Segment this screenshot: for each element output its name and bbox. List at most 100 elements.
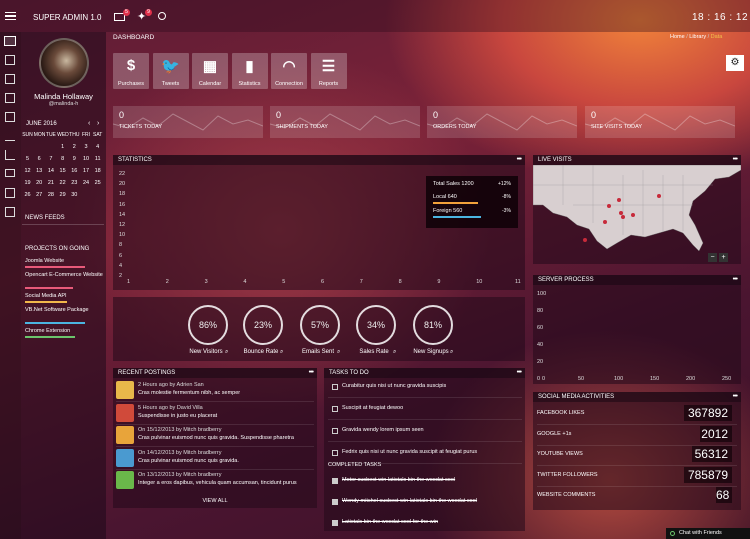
calendar-day[interactable]: 22 [57, 180, 68, 186]
breadcrumb-home[interactable]: Home [670, 34, 685, 40]
post-text[interactable]: Cras pulvinar euismod nunc quis gravida. [138, 458, 239, 464]
project-name[interactable]: Social Media API [25, 293, 103, 300]
calendar-day[interactable]: 27 [34, 192, 45, 198]
calendar-day[interactable]: 14 [45, 168, 56, 174]
more-icon[interactable]: ••• [517, 155, 522, 165]
shortcut-tweets-button[interactable]: 🐦 Tweets [152, 53, 189, 89]
shortcut-connection-button[interactable]: ◠ Connection [271, 53, 307, 89]
post-avatar[interactable] [116, 403, 134, 422]
task-checkbox[interactable] [332, 450, 338, 456]
post-avatar[interactable] [116, 471, 134, 489]
calendar-day[interactable]: 20 [34, 180, 45, 186]
calendar-day[interactable]: 24 [81, 180, 92, 186]
project-name[interactable]: Chrome Extension [25, 328, 103, 335]
calendar-day[interactable]: 12 [22, 168, 33, 174]
calendar-day[interactable]: 8 [57, 156, 68, 162]
window-icon[interactable] [5, 207, 15, 217]
layout-icon[interactable] [5, 74, 15, 84]
calendar-day[interactable]: 7 [45, 156, 56, 162]
completed-checkbox[interactable] [332, 520, 338, 526]
post-avatar[interactable] [116, 426, 134, 444]
task-checkbox[interactable] [332, 428, 338, 434]
task-item[interactable]: Gravida wendy lorem ipsum seen [342, 427, 424, 433]
us-map[interactable] [533, 165, 741, 264]
shortcut-reports-button[interactable]: ☰ Reports [310, 53, 347, 89]
post-avatar[interactable] [116, 381, 134, 399]
calendar-day[interactable]: 29 [57, 192, 68, 198]
avatar[interactable] [39, 38, 89, 88]
calendar-small-icon[interactable] [5, 188, 15, 198]
post-text[interactable]: Cras molestie fermentum nibh, ac semper [138, 390, 240, 396]
more-icon[interactable]: ••• [517, 368, 522, 378]
zoom-out-button[interactable]: − [708, 253, 717, 262]
grid-icon[interactable] [5, 93, 15, 103]
shortcut-statistics-button[interactable]: ▮ Statistics [231, 53, 268, 89]
calendar-next-icon[interactable]: › [97, 120, 99, 127]
calendar-day[interactable]: 4 [92, 144, 103, 150]
calendar-day[interactable]: 6 [34, 156, 45, 162]
calendar-day[interactable]: 19 [22, 180, 33, 186]
text-icon[interactable] [5, 55, 15, 65]
calendar-day[interactable]: 11 [92, 156, 103, 162]
calendar-day[interactable]: 10 [81, 156, 92, 162]
task-item[interactable]: Fedrix quis nisi ut nunc gravida suscipi… [342, 449, 477, 455]
shortcut-purchases-button[interactable]: $ Purchases [113, 53, 149, 89]
completed-checkbox[interactable] [332, 478, 338, 484]
post-text[interactable]: Cras pulvinar euismod nunc quis gravida.… [138, 435, 294, 441]
completed-task-item[interactable]: Motor susbect win latictals bin the wood… [342, 477, 455, 483]
breadcrumb-library[interactable]: Library [689, 34, 706, 40]
settings-gear-button[interactable]: ⚙ [726, 55, 744, 71]
calendar-day[interactable]: 26 [22, 192, 33, 198]
calendar-day[interactable]: 25 [92, 180, 103, 186]
project-name[interactable]: Joomla Website [25, 258, 103, 265]
chart-icon[interactable] [5, 150, 15, 160]
calendar-day[interactable]: 3 [81, 144, 92, 150]
calendar-day[interactable]: 18 [92, 168, 103, 174]
project-name[interactable]: VB.Net Software Package [25, 307, 103, 314]
chat-bubble-icon[interactable]: ⌕ [225, 349, 228, 356]
project-name[interactable]: Opencart E-Commerce Website [25, 272, 103, 279]
task-checkbox[interactable] [332, 384, 338, 390]
icon-sidebar [0, 32, 21, 539]
calendar-day[interactable]: 15 [57, 168, 68, 174]
completed-task-item[interactable]: Wendy mitchel susbect win latictals bin … [342, 498, 477, 504]
chat-bubble-icon[interactable]: ⌕ [280, 349, 283, 356]
calendar-day[interactable]: 28 [45, 192, 56, 198]
chat-bubble-icon[interactable]: ⌕ [393, 349, 396, 356]
more-icon[interactable]: ••• [733, 275, 738, 285]
task-item[interactable]: Suscipit at feugiat dewoo [342, 405, 403, 411]
shortcut-calendar-button[interactable]: ▦ Calendar [192, 53, 228, 89]
more-icon[interactable]: ••• [733, 392, 738, 402]
view-all-link[interactable]: VIEW ALL [113, 498, 317, 504]
calendar-day[interactable]: 30 [69, 192, 80, 198]
zoom-in-button[interactable]: + [719, 253, 728, 262]
search-icon[interactable] [158, 12, 166, 20]
more-icon[interactable]: ••• [733, 155, 738, 165]
completed-checkbox[interactable] [332, 499, 338, 505]
folder-icon[interactable] [5, 169, 15, 177]
calendar-day[interactable]: 17 [81, 168, 92, 174]
home-icon[interactable] [4, 36, 16, 46]
calendar-day[interactable]: 13 [34, 168, 45, 174]
calendar-day[interactable]: 1 [57, 144, 68, 150]
task-checkbox[interactable] [332, 406, 338, 412]
chat-bubble-icon[interactable]: ⌕ [450, 349, 453, 356]
post-text[interactable]: Integer a eros dapibus, vehicula quam ac… [138, 480, 297, 486]
post-meta: On 14/12/2013 by Mitch bradberry [138, 449, 222, 456]
task-item[interactable]: Curabitur quis nisi ut nunc gravida susc… [342, 383, 446, 389]
bars-icon[interactable] [5, 131, 15, 141]
menu-icon[interactable] [5, 12, 16, 20]
calendar-day[interactable]: 23 [69, 180, 80, 186]
chat-bubble-icon[interactable]: ⌕ [337, 349, 340, 356]
post-text[interactable]: Suspendisse in justo eu placerat [138, 413, 217, 419]
more-icon[interactable]: ••• [309, 368, 314, 378]
calendar-day[interactable]: 9 [69, 156, 80, 162]
calendar-prev-icon[interactable]: ‹ [88, 120, 90, 127]
calendar-day[interactable]: 21 [45, 180, 56, 186]
calendar-day[interactable]: 2 [69, 144, 80, 150]
calendar-day[interactable]: 16 [69, 168, 80, 174]
post-avatar[interactable] [116, 448, 134, 467]
calendar-day[interactable]: 5 [22, 156, 33, 162]
completed-task-item[interactable]: Latictals bin the woodat cool for the wi… [342, 519, 438, 525]
table-icon[interactable] [5, 112, 15, 122]
